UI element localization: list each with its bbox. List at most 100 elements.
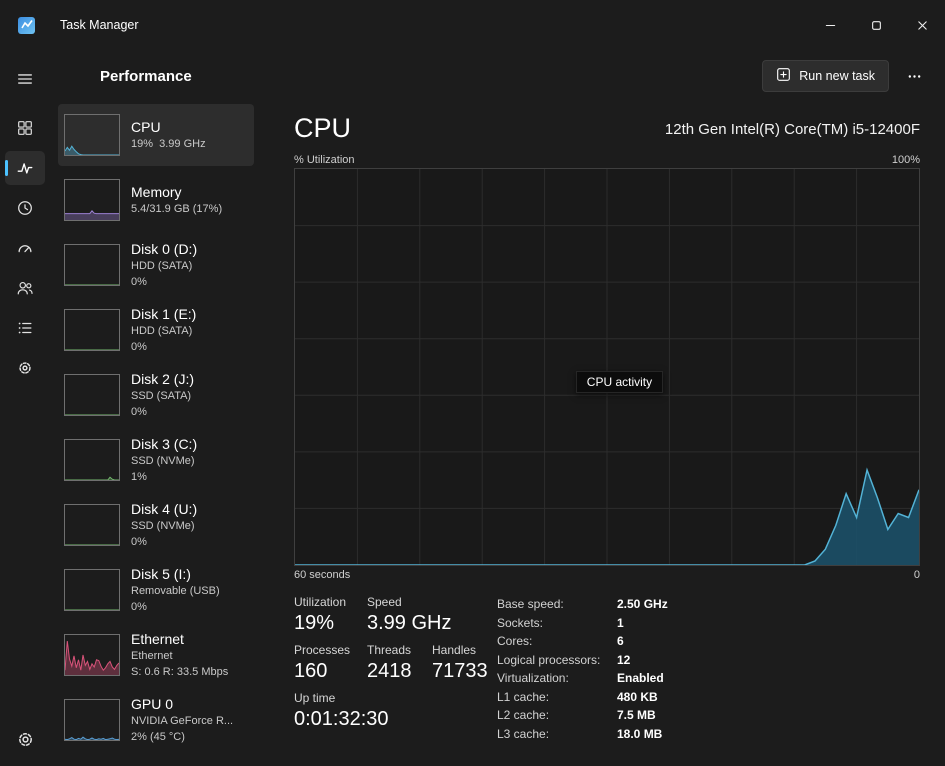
navigation-menu-button[interactable] xyxy=(5,62,45,96)
sidebar-item-cpu[interactable]: CPU 19% 3.99 GHz xyxy=(58,104,254,166)
stat-processes: Processes 160 xyxy=(294,643,351,683)
detail-label: Base speed: xyxy=(497,597,564,612)
run-new-task-button[interactable]: Run new task xyxy=(762,60,889,92)
sidebar-item-gpu-0[interactable]: GPU 0 NVIDIA GeForce R... 2% (45 °C) xyxy=(58,689,254,751)
close-icon xyxy=(917,20,927,30)
sidebar-item-title: Memory xyxy=(131,183,182,200)
detail-value: 12 xyxy=(617,652,631,667)
rail-item-performance[interactable] xyxy=(5,151,45,185)
detail-value: 7.5 MB xyxy=(617,708,656,723)
task-manager-logo-icon[interactable] xyxy=(18,16,35,34)
titlebar: Task Manager xyxy=(0,0,945,50)
detail-value: 6 xyxy=(617,634,624,649)
navigation-rail xyxy=(0,50,50,766)
startup-apps-icon xyxy=(18,245,32,253)
sidebar-item-subtitle: 0% xyxy=(131,535,147,548)
sidebar-item-title: Disk 4 (U:) xyxy=(131,500,198,517)
detail-label: L3 cache: xyxy=(497,726,550,741)
chart-x-zero-label: 0 xyxy=(913,569,920,582)
sidebar-item-disk-4[interactable]: Disk 4 (U:) SSD (NVMe) 0% xyxy=(58,494,254,556)
detail-value: Enabled xyxy=(617,671,664,686)
detail-label: Sockets: xyxy=(497,615,544,630)
stat-threads: Threads 2418 xyxy=(367,643,412,683)
page-title: Performance xyxy=(100,67,192,85)
new-task-icon xyxy=(777,68,791,81)
cpu-utilization-chart[interactable]: CPU activity xyxy=(294,168,920,567)
sidebar-item-disk-5[interactable]: Disk 5 (I:) Removable (USB) 0% xyxy=(58,559,254,621)
processes-icon xyxy=(18,121,32,135)
disk-5-sparkline xyxy=(64,569,120,611)
detail-value: 2.50 GHz xyxy=(617,597,668,612)
disk-0-sparkline xyxy=(64,244,120,286)
chart-y-max-label: 100% xyxy=(891,154,920,167)
more-options-button[interactable] xyxy=(897,61,931,91)
detail-label: L1 cache: xyxy=(497,689,550,704)
cpu-panel: CPU 12th Gen Intel(R) Core(TM) i5-12400F… xyxy=(288,102,945,766)
processor-name: 12th Gen Intel(R) Core(TM) i5-12400F xyxy=(664,121,920,139)
close-button[interactable] xyxy=(899,0,945,50)
disk-3-sparkline xyxy=(64,439,120,481)
sidebar-item-title: Disk 0 (D:) xyxy=(131,240,198,257)
stat-uptime: Up time 0:01:32:30 xyxy=(294,691,389,731)
users-icon xyxy=(17,282,33,295)
rail-item-startup-apps[interactable] xyxy=(5,231,45,265)
sidebar-item-title: CPU xyxy=(131,118,161,135)
cpu-details: Base speed: 2.50 GHz Sockets: 1 Cores: 6 Logic… xyxy=(497,597,668,741)
sidebar-item-subtitle: 0% xyxy=(131,600,147,613)
window-title: Task Manager xyxy=(60,18,139,32)
sidebar-item-subtitle: Ethernet xyxy=(131,650,173,663)
sidebar-item-ethernet[interactable]: Ethernet Ethernet S: 0.6 R: 33.5 Mbps xyxy=(58,624,254,686)
cpu-stats: Utilization 19% Speed 3.99 GHz Processes… xyxy=(294,595,497,741)
disk-1-sparkline xyxy=(64,309,120,351)
sidebar-item-subtitle: 0% xyxy=(131,275,147,288)
menu-icon xyxy=(18,74,32,84)
rail-nav-items xyxy=(5,108,45,388)
selection-indicator xyxy=(5,160,8,176)
sidebar-item-subtitle: Removable (USB) xyxy=(131,585,220,598)
sidebar-item-title: Disk 5 (I:) xyxy=(131,565,191,582)
sidebar-item-title: Disk 1 (E:) xyxy=(131,305,197,322)
cpu-title: CPU xyxy=(294,113,352,143)
sidebar-item-disk-3[interactable]: Disk 3 (C:) SSD (NVMe) 1% xyxy=(58,429,254,491)
sidebar-item-memory[interactable]: Memory 5.4/31.9 GB (17%) xyxy=(58,169,254,231)
sidebar-item-title: Disk 2 (J:) xyxy=(131,370,194,387)
sidebar-item-subtitle: HDD (SATA) xyxy=(131,260,193,273)
rail-item-details[interactable] xyxy=(5,311,45,345)
sidebar-item-subtitle: 2% (45 °C) xyxy=(131,730,185,743)
logo-spark-icon xyxy=(20,20,33,29)
detail-label: L2 cache: xyxy=(497,708,550,723)
sidebar-item-subtitle: HDD (SATA) xyxy=(131,325,193,338)
sidebar-item-subtitle: SSD (SATA) xyxy=(131,390,192,403)
sidebar-item-subtitle: NVIDIA GeForce R... xyxy=(131,715,234,728)
sidebar-item-subtitle: 0% xyxy=(131,405,147,418)
rail-item-app-history[interactable] xyxy=(5,191,45,225)
sidebar-item-subtitle: 1% xyxy=(131,470,147,483)
performance-sidebar: CPU 19% 3.99 GHz Memory 5.4/31.9 GB (17%) Di… xyxy=(50,102,288,766)
rail-item-processes[interactable] xyxy=(5,111,45,145)
stat-speed: Speed 3.99 GHz xyxy=(367,595,452,635)
sidebar-item-subtitle: SSD (NVMe) xyxy=(131,455,195,468)
page-header: Performance Run new task xyxy=(50,50,945,102)
disk-2-sparkline xyxy=(64,374,120,416)
sidebar-item-subtitle: 0% xyxy=(131,340,147,353)
sidebar-item-subtitle: 19% 3.99 GHz xyxy=(131,138,206,151)
maximize-button[interactable] xyxy=(853,0,899,50)
rail-item-services[interactable] xyxy=(5,351,45,385)
sidebar-item-subtitle: SSD (NVMe) xyxy=(131,520,195,533)
cpu-chart-svg xyxy=(295,169,919,566)
gpu-0-sparkline xyxy=(64,699,120,741)
settings-button[interactable] xyxy=(5,722,45,756)
sidebar-item-disk-1[interactable]: Disk 1 (E:) HDD (SATA) 0% xyxy=(58,299,254,361)
details-icon xyxy=(18,322,32,334)
memory-sparkline xyxy=(64,179,120,221)
sidebar-item-title: GPU 0 xyxy=(131,695,174,712)
new-task-icon xyxy=(776,67,791,85)
rail-item-users[interactable] xyxy=(5,271,45,305)
sidebar-item-subtitle: S: 0.6 R: 33.5 Mbps xyxy=(131,665,229,678)
sidebar-item-disk-2[interactable]: Disk 2 (J:) SSD (SATA) 0% xyxy=(58,364,254,426)
settings-icon xyxy=(18,732,32,746)
sidebar-item-disk-0[interactable]: Disk 0 (D:) HDD (SATA) 0% xyxy=(58,234,254,296)
run-new-task-label: Run new task xyxy=(799,69,875,83)
detail-value: 480 KB xyxy=(617,689,658,704)
minimize-button[interactable] xyxy=(807,0,853,50)
